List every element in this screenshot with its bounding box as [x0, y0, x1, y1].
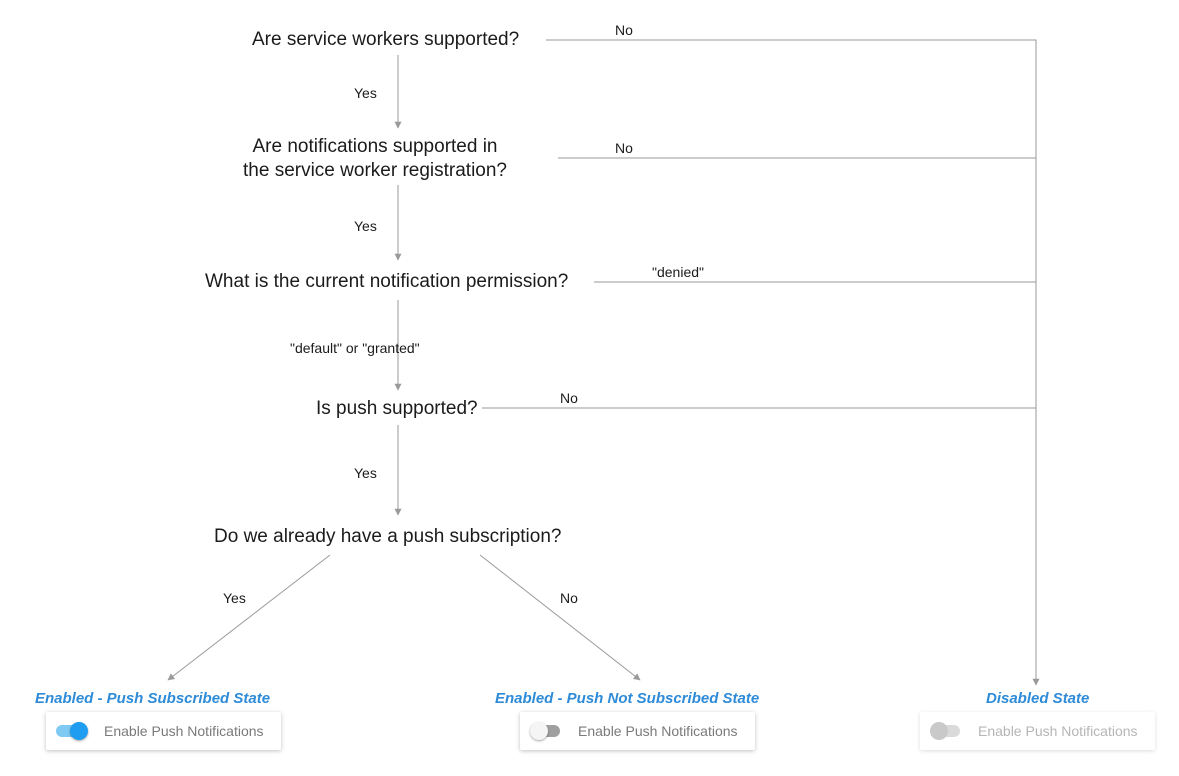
state-not-subscribed-title: Enabled - Push Not Subscribed State: [495, 690, 759, 707]
edge-q4-no: No: [560, 390, 578, 406]
edge-q1-yes: Yes: [354, 85, 377, 101]
edge-q2-no: No: [615, 140, 633, 156]
edge-q2-yes: Yes: [354, 218, 377, 234]
edge-q5-no: No: [560, 590, 578, 606]
state-disabled-card: Enable Push Notifications: [920, 712, 1155, 750]
edge-q5-yes: Yes: [223, 590, 246, 606]
toggle-icon: [56, 722, 90, 740]
state-not-subscribed-card[interactable]: Enable Push Notifications: [520, 712, 755, 750]
question-notification-permission: What is the current notification permiss…: [205, 270, 568, 294]
question-already-subscribed: Do we already have a push subscription?: [214, 525, 561, 549]
toggle-icon: [930, 722, 964, 740]
question-notifications-supported: Are notifications supported in the servi…: [243, 135, 507, 183]
edge-q4-yes: Yes: [354, 465, 377, 481]
toggle-icon: [530, 722, 564, 740]
state-disabled-title: Disabled State: [986, 690, 1089, 707]
edge-q3-denied: "denied": [652, 264, 704, 280]
state-not-subscribed-label: Enable Push Notifications: [578, 723, 738, 739]
edge-q1-no: No: [615, 22, 633, 38]
question-push-supported: Is push supported?: [316, 397, 478, 421]
question-service-workers: Are service workers supported?: [252, 28, 519, 52]
state-subscribed-title: Enabled - Push Subscribed State: [35, 690, 270, 707]
state-subscribed-label: Enable Push Notifications: [104, 723, 264, 739]
state-subscribed-card[interactable]: Enable Push Notifications: [46, 712, 281, 750]
state-disabled-label: Enable Push Notifications: [978, 723, 1138, 739]
edge-q3-default-granted: "default" or "granted": [290, 340, 420, 356]
